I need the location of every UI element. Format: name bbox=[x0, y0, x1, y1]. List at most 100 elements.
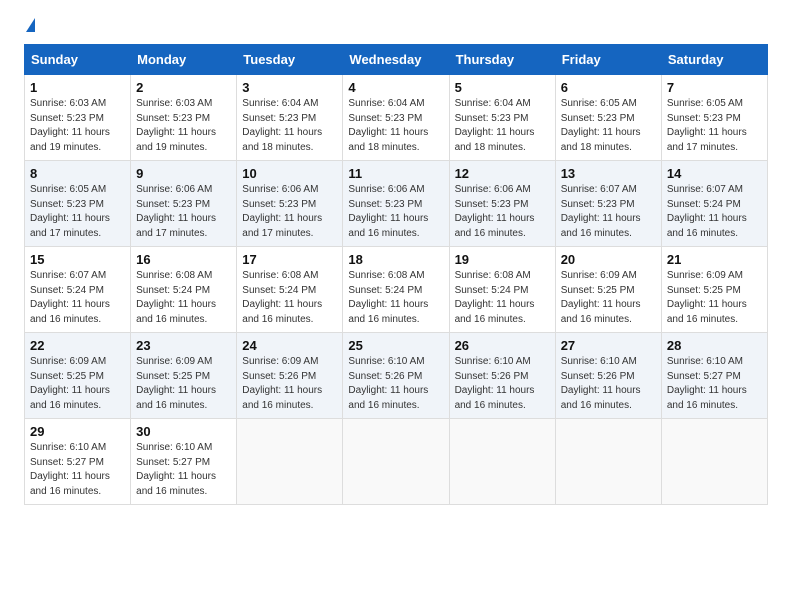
day-info: Sunrise: 6:06 AMSunset: 5:23 PMDaylight:… bbox=[242, 183, 337, 241]
day-info: Sunrise: 6:04 AMSunset: 5:23 PMDaylight:… bbox=[242, 97, 337, 155]
calendar-week-row: 15 Sunrise: 6:07 AMSunset: 5:24 PMDayligh… bbox=[25, 247, 768, 333]
day-info: Sunrise: 6:09 AMSunset: 5:25 PMDaylight:… bbox=[561, 269, 656, 327]
day-info: Sunrise: 6:09 AMSunset: 5:25 PMDaylight:… bbox=[30, 355, 125, 413]
calendar-day-cell: 14 Sunrise: 6:07 AMSunset: 5:24 PMDayligh… bbox=[661, 161, 767, 247]
day-number: 25 bbox=[348, 338, 443, 353]
logo-triangle-icon bbox=[26, 18, 35, 32]
logo bbox=[24, 20, 35, 34]
day-number: 12 bbox=[455, 166, 550, 181]
calendar-day-cell: 4Sunrise: 6:04 AMSunset: 5:23 PMDaylight… bbox=[343, 75, 449, 161]
day-of-week-header: Thursday bbox=[449, 45, 555, 75]
day-info: Sunrise: 6:10 AMSunset: 5:27 PMDaylight:… bbox=[136, 441, 231, 499]
calendar-day-cell: 17 Sunrise: 6:08 AMSunset: 5:24 PMDayligh… bbox=[237, 247, 343, 333]
day-of-week-header: Sunday bbox=[25, 45, 131, 75]
day-number: 2 bbox=[136, 80, 231, 95]
day-info: Sunrise: 6:07 AMSunset: 5:24 PMDaylight:… bbox=[30, 269, 125, 327]
calendar-day-cell: 22Sunrise: 6:09 AMSunset: 5:25 PMDayligh… bbox=[25, 333, 131, 419]
calendar-day-cell: 3 Sunrise: 6:04 AMSunset: 5:23 PMDaylight… bbox=[237, 75, 343, 161]
day-info: Sunrise: 6:04 AMSunset: 5:23 PMDaylight:… bbox=[348, 97, 443, 155]
calendar-day-cell: 18 Sunrise: 6:08 AMSunset: 5:24 PMDayligh… bbox=[343, 247, 449, 333]
calendar-day-cell bbox=[237, 419, 343, 505]
calendar-table: SundayMondayTuesdayWednesdayThursdayFrid… bbox=[24, 44, 768, 505]
day-info: Sunrise: 6:03 AMSunset: 5:23 PMDaylight:… bbox=[30, 97, 125, 155]
day-number: 15 bbox=[30, 252, 125, 267]
day-number: 19 bbox=[455, 252, 550, 267]
calendar-week-row: 29 Sunrise: 6:10 AMSunset: 5:27 PMDayligh… bbox=[25, 419, 768, 505]
day-of-week-header: Saturday bbox=[661, 45, 767, 75]
calendar-day-cell: 1 Sunrise: 6:03 AMSunset: 5:23 PMDaylight… bbox=[25, 75, 131, 161]
calendar-day-cell: 28 Sunrise: 6:10 AMSunset: 5:27 PMDayligh… bbox=[661, 333, 767, 419]
calendar-day-cell: 29 Sunrise: 6:10 AMSunset: 5:27 PMDayligh… bbox=[25, 419, 131, 505]
day-number: 29 bbox=[30, 424, 125, 439]
calendar-day-cell: 15 Sunrise: 6:07 AMSunset: 5:24 PMDayligh… bbox=[25, 247, 131, 333]
day-info: Sunrise: 6:08 AMSunset: 5:24 PMDaylight:… bbox=[242, 269, 337, 327]
day-info: Sunrise: 6:05 AMSunset: 5:23 PMDaylight:… bbox=[561, 97, 656, 155]
calendar-week-row: 1 Sunrise: 6:03 AMSunset: 5:23 PMDaylight… bbox=[25, 75, 768, 161]
day-info: Sunrise: 6:05 AMSunset: 5:23 PMDaylight:… bbox=[667, 97, 762, 155]
page-header bbox=[24, 20, 768, 34]
day-number: 1 bbox=[30, 80, 125, 95]
calendar-day-cell: 8 Sunrise: 6:05 AMSunset: 5:23 PMDaylight… bbox=[25, 161, 131, 247]
calendar-day-cell: 12Sunrise: 6:06 AMSunset: 5:23 PMDayligh… bbox=[449, 161, 555, 247]
calendar-day-cell: 11 Sunrise: 6:06 AMSunset: 5:23 PMDayligh… bbox=[343, 161, 449, 247]
day-number: 13 bbox=[561, 166, 656, 181]
day-of-week-header: Monday bbox=[131, 45, 237, 75]
day-number: 6 bbox=[561, 80, 656, 95]
day-info: Sunrise: 6:07 AMSunset: 5:23 PMDaylight:… bbox=[561, 183, 656, 241]
day-info: Sunrise: 6:08 AMSunset: 5:24 PMDaylight:… bbox=[348, 269, 443, 327]
calendar-week-row: 22Sunrise: 6:09 AMSunset: 5:25 PMDayligh… bbox=[25, 333, 768, 419]
day-number: 11 bbox=[348, 166, 443, 181]
day-number: 18 bbox=[348, 252, 443, 267]
day-number: 3 bbox=[242, 80, 337, 95]
day-info: Sunrise: 6:10 AMSunset: 5:27 PMDaylight:… bbox=[667, 355, 762, 413]
day-info: Sunrise: 6:07 AMSunset: 5:24 PMDaylight:… bbox=[667, 183, 762, 241]
day-number: 28 bbox=[667, 338, 762, 353]
day-number: 8 bbox=[30, 166, 125, 181]
calendar-day-cell: 27Sunrise: 6:10 AMSunset: 5:26 PMDayligh… bbox=[555, 333, 661, 419]
calendar-day-cell: 2 Sunrise: 6:03 AMSunset: 5:23 PMDaylight… bbox=[131, 75, 237, 161]
day-of-week-header: Friday bbox=[555, 45, 661, 75]
calendar-day-cell bbox=[343, 419, 449, 505]
day-number: 17 bbox=[242, 252, 337, 267]
day-info: Sunrise: 6:05 AMSunset: 5:23 PMDaylight:… bbox=[30, 183, 125, 241]
day-number: 23 bbox=[136, 338, 231, 353]
calendar-day-cell: 10 Sunrise: 6:06 AMSunset: 5:23 PMDayligh… bbox=[237, 161, 343, 247]
calendar-week-row: 8 Sunrise: 6:05 AMSunset: 5:23 PMDaylight… bbox=[25, 161, 768, 247]
calendar-day-cell bbox=[661, 419, 767, 505]
calendar-day-cell: 5Sunrise: 6:04 AMSunset: 5:23 PMDaylight… bbox=[449, 75, 555, 161]
day-info: Sunrise: 6:06 AMSunset: 5:23 PMDaylight:… bbox=[348, 183, 443, 241]
day-info: Sunrise: 6:03 AMSunset: 5:23 PMDaylight:… bbox=[136, 97, 231, 155]
calendar-day-cell: 7Sunrise: 6:05 AMSunset: 5:23 PMDaylight… bbox=[661, 75, 767, 161]
day-info: Sunrise: 6:06 AMSunset: 5:23 PMDaylight:… bbox=[136, 183, 231, 241]
calendar-day-cell bbox=[449, 419, 555, 505]
day-number: 9 bbox=[136, 166, 231, 181]
calendar-day-cell: 24Sunrise: 6:09 AMSunset: 5:26 PMDayligh… bbox=[237, 333, 343, 419]
day-info: Sunrise: 6:08 AMSunset: 5:24 PMDaylight:… bbox=[136, 269, 231, 327]
day-of-week-header: Tuesday bbox=[237, 45, 343, 75]
day-info: Sunrise: 6:10 AMSunset: 5:27 PMDaylight:… bbox=[30, 441, 125, 499]
day-info: Sunrise: 6:04 AMSunset: 5:23 PMDaylight:… bbox=[455, 97, 550, 155]
calendar-day-cell: 16Sunrise: 6:08 AMSunset: 5:24 PMDayligh… bbox=[131, 247, 237, 333]
day-number: 30 bbox=[136, 424, 231, 439]
calendar-day-cell: 13 Sunrise: 6:07 AMSunset: 5:23 PMDayligh… bbox=[555, 161, 661, 247]
day-info: Sunrise: 6:09 AMSunset: 5:25 PMDaylight:… bbox=[136, 355, 231, 413]
day-of-week-header: Wednesday bbox=[343, 45, 449, 75]
day-number: 21 bbox=[667, 252, 762, 267]
day-number: 26 bbox=[455, 338, 550, 353]
calendar-day-cell: 19 Sunrise: 6:08 AMSunset: 5:24 PMDayligh… bbox=[449, 247, 555, 333]
day-info: Sunrise: 6:08 AMSunset: 5:24 PMDaylight:… bbox=[455, 269, 550, 327]
calendar-day-cell: 9 Sunrise: 6:06 AMSunset: 5:23 PMDaylight… bbox=[131, 161, 237, 247]
calendar-day-cell: 6 Sunrise: 6:05 AMSunset: 5:23 PMDaylight… bbox=[555, 75, 661, 161]
day-info: Sunrise: 6:09 AMSunset: 5:25 PMDaylight:… bbox=[667, 269, 762, 327]
calendar-day-cell: 21 Sunrise: 6:09 AMSunset: 5:25 PMDayligh… bbox=[661, 247, 767, 333]
day-number: 10 bbox=[242, 166, 337, 181]
day-number: 14 bbox=[667, 166, 762, 181]
calendar-day-cell: 23 Sunrise: 6:09 AMSunset: 5:25 PMDayligh… bbox=[131, 333, 237, 419]
day-number: 27 bbox=[561, 338, 656, 353]
calendar-day-cell: 26Sunrise: 6:10 AMSunset: 5:26 PMDayligh… bbox=[449, 333, 555, 419]
day-info: Sunrise: 6:10 AMSunset: 5:26 PMDaylight:… bbox=[348, 355, 443, 413]
calendar-day-cell: 25 Sunrise: 6:10 AMSunset: 5:26 PMDayligh… bbox=[343, 333, 449, 419]
calendar-day-cell: 20Sunrise: 6:09 AMSunset: 5:25 PMDayligh… bbox=[555, 247, 661, 333]
calendar-day-cell: 30 Sunrise: 6:10 AMSunset: 5:27 PMDayligh… bbox=[131, 419, 237, 505]
day-number: 24 bbox=[242, 338, 337, 353]
